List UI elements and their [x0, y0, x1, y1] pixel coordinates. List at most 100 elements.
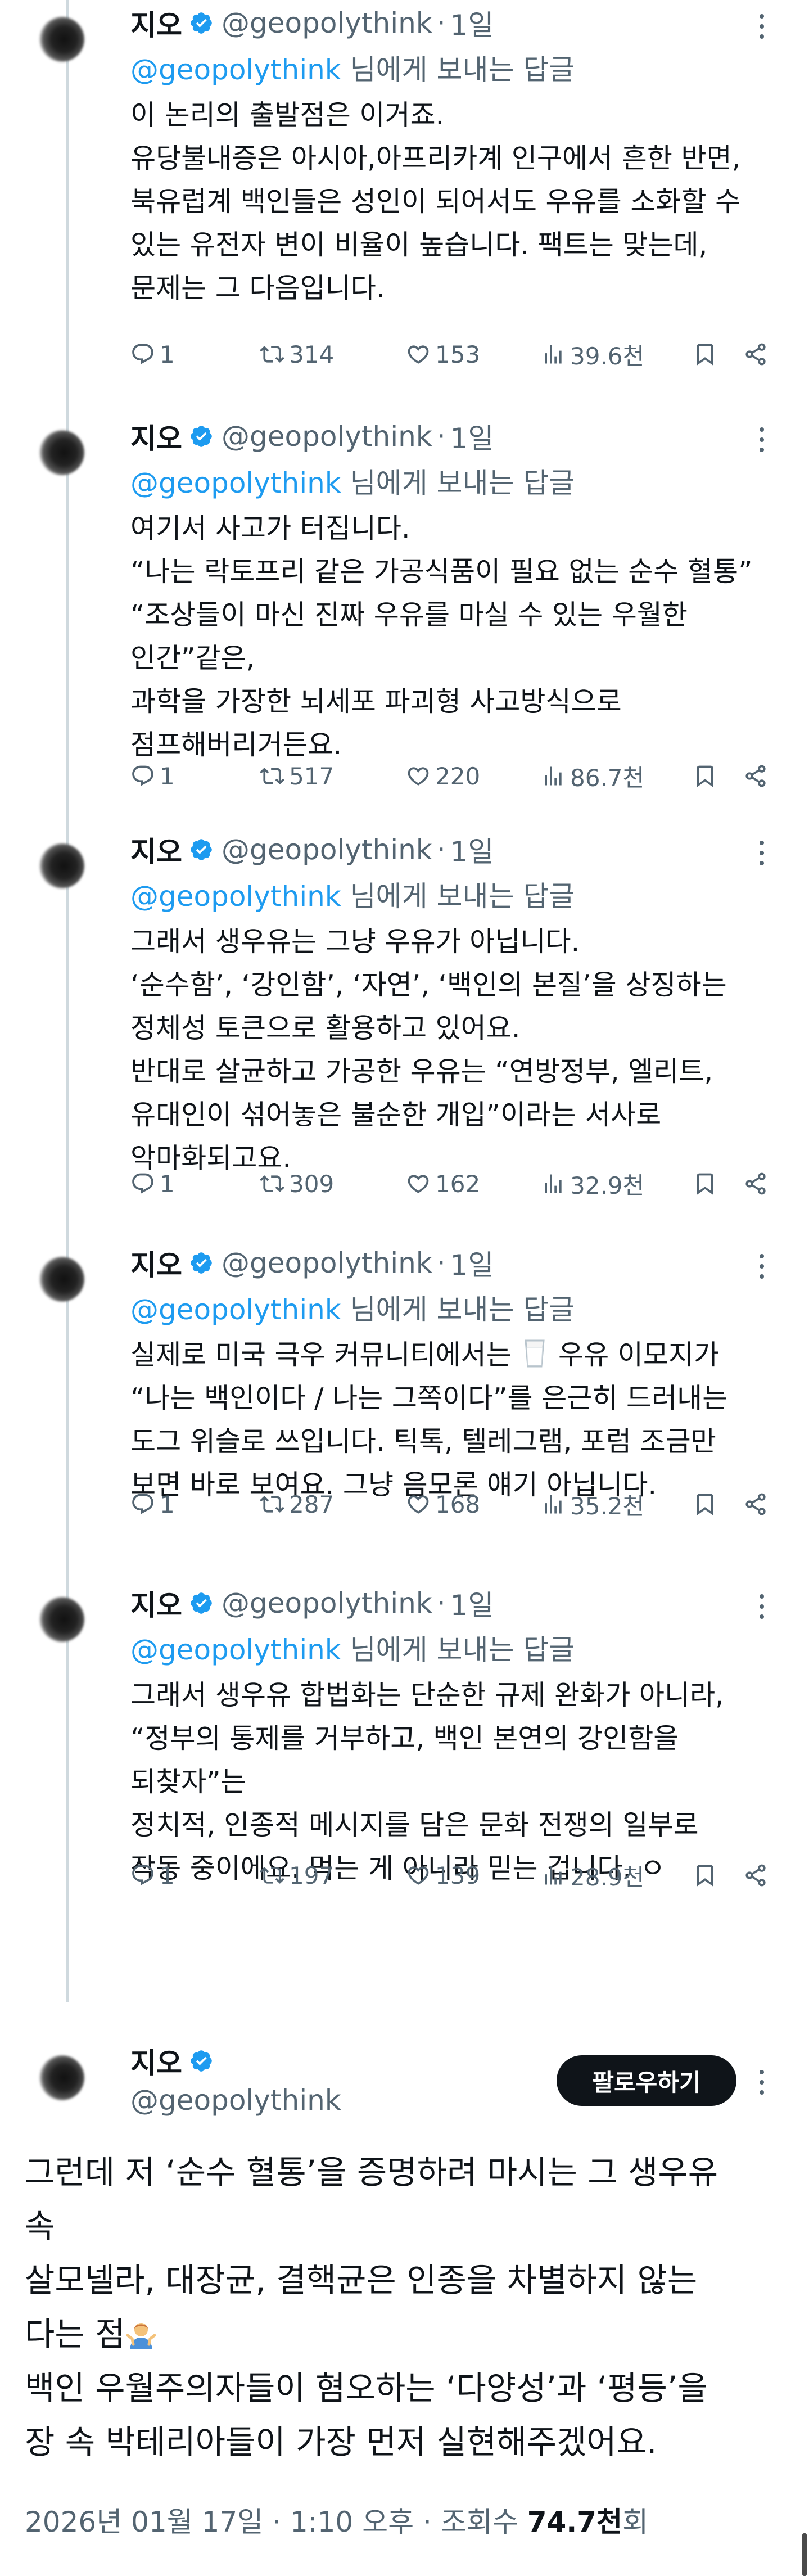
share-button[interactable] [743, 1164, 768, 1203]
repost-button[interactable]: 197 [260, 1856, 334, 1895]
mention-link[interactable]: @geopolythink [130, 880, 341, 913]
reply-button[interactable]: 1 [130, 1164, 175, 1203]
mention-link[interactable]: @geopolythink [130, 1634, 341, 1666]
reply-button[interactable]: 1 [130, 1485, 175, 1524]
tweet-text: 실제로 미국 극우 커뮤니티에서는 우유 이모지가 “나는 백인이다 / 나는 그… [130, 1333, 777, 1506]
post-timestamp[interactable]: 2026년 01월 17일 · 1:10 오후 · 조회수 [25, 2506, 527, 2538]
separator-dot: · [436, 1587, 446, 1619]
tweet-actions: 1 287 168 35.2천 [130, 1485, 771, 1524]
author-handle[interactable]: @geopolythink [222, 420, 432, 453]
more-options-icon[interactable] [758, 839, 766, 867]
verified-badge-icon [191, 2050, 212, 2072]
author-handle[interactable]: @geopolythink [222, 1587, 432, 1619]
author-name[interactable]: 지오 [130, 1243, 182, 1283]
avatar[interactable] [39, 17, 84, 62]
reply-context: @geopolythink 님에게 보내는 답글 [130, 1627, 575, 1668]
bookmark-icon[interactable] [693, 1171, 717, 1196]
tweet-time[interactable]: 1일 [450, 1243, 494, 1283]
follow-button[interactable]: 팔로우하기 [557, 2055, 736, 2106]
bookmark-icon[interactable] [693, 1863, 717, 1888]
views-button[interactable]: 32.9천 [541, 1164, 644, 1203]
views-button[interactable]: 35.2천 [541, 1485, 644, 1524]
mention-link[interactable]: @geopolythink [130, 1293, 341, 1326]
reply-count: 1 [160, 762, 175, 790]
like-button[interactable]: 139 [406, 1856, 480, 1895]
author-handle[interactable]: @geopolythink [130, 2084, 341, 2117]
scrollbar-thumb[interactable] [802, 2533, 807, 2576]
author-name[interactable]: 지오 [130, 1583, 182, 1623]
views-button[interactable]: 39.6천 [541, 335, 644, 374]
bookmark-button[interactable] [693, 756, 717, 796]
author-handle[interactable]: @geopolythink [222, 833, 432, 866]
mention-link[interactable]: @geopolythink [130, 53, 341, 86]
reply-button[interactable]: 1 [130, 756, 175, 796]
tweet-text-line: 유당불내증은 아시아,아프리카계 인구에서 흔한 반면, [130, 142, 741, 174]
reply-tweet[interactable]: 지오 @geopolythink · 1일 @geopolythink 님에게 보내는 … [0, 0, 809, 394]
more-options-icon[interactable] [758, 2068, 766, 2096]
repost-button[interactable]: 287 [260, 1485, 334, 1524]
main-post-line: 장 속 박테리아들이 가장 먼저 실현해주겠어요. [25, 2423, 657, 2461]
author-name[interactable]: 지오 [130, 829, 182, 870]
reply-tweet[interactable]: 지오 @geopolythink · 1일 @geopolythink 님에게 보내는 … [0, 413, 809, 807]
reply-icon [132, 344, 153, 364]
author-name[interactable]: 지오 [130, 416, 182, 457]
bookmark-button[interactable] [693, 335, 717, 374]
share-icon[interactable] [743, 1492, 768, 1517]
like-button[interactable]: 168 [406, 1485, 480, 1524]
reply-button[interactable]: 1 [130, 1856, 175, 1895]
avatar[interactable] [39, 2055, 84, 2100]
bookmark-button[interactable] [693, 1485, 717, 1524]
bookmark-icon[interactable] [693, 342, 717, 367]
like-button[interactable]: 220 [406, 756, 480, 796]
views-button[interactable]: 86.7천 [541, 756, 644, 796]
share-button[interactable] [743, 1485, 768, 1524]
repost-button[interactable]: 314 [260, 335, 334, 374]
reply-context: @geopolythink 님에게 보내는 답글 [130, 1287, 575, 1328]
mention-link[interactable]: @geopolythink [130, 467, 341, 499]
views-button[interactable]: 28.9천 [541, 1856, 644, 1895]
tweet-text-line: ‘순수함’, ‘강인함’, ‘자연’, ‘백인의 본질’을 상징하는 [130, 969, 727, 1001]
like-button[interactable]: 153 [406, 335, 480, 374]
views-icon [545, 345, 562, 364]
reply-tweet[interactable]: 지오 @geopolythink · 1일 @geopolythink 님에게 보내는 … [0, 1580, 809, 1974]
reply-tweet[interactable]: 지오 @geopolythink · 1일 @geopolythink 님에게 보내는 … [0, 1240, 809, 1634]
repost-icon [260, 768, 284, 784]
more-options-icon[interactable] [758, 12, 766, 40]
repost-button[interactable]: 309 [260, 1164, 334, 1203]
author-name[interactable]: 지오 [130, 3, 182, 43]
bookmark-button[interactable] [693, 1856, 717, 1895]
tweet-text-line: 정체성 토큰으로 활용하고 있어요. [130, 1012, 521, 1044]
bookmark-icon[interactable] [693, 1492, 717, 1517]
more-options-icon[interactable] [758, 426, 766, 454]
bookmark-button[interactable] [693, 1164, 717, 1203]
bookmark-icon[interactable] [693, 764, 717, 788]
tweet-time[interactable]: 1일 [450, 829, 494, 870]
avatar[interactable] [39, 843, 84, 888]
tweet-header: 지오 @geopolythink · 1일 [130, 830, 494, 869]
share-icon[interactable] [743, 342, 768, 367]
author-handle[interactable]: @geopolythink [222, 7, 432, 39]
reply-button[interactable]: 1 [130, 335, 175, 374]
share-icon[interactable] [743, 1863, 768, 1888]
share-icon[interactable] [743, 1171, 768, 1196]
more-options-icon[interactable] [758, 1592, 766, 1621]
share-button[interactable] [743, 756, 768, 796]
share-button[interactable] [743, 335, 768, 374]
share-button[interactable] [743, 1856, 768, 1895]
repost-button[interactable]: 517 [260, 756, 334, 796]
main-post-text: 그런데 저 ‘순수 혈통’을 증명하려 마시는 그 생우유 속 살모넬라, 대장… [25, 2145, 789, 2469]
reply-tweet[interactable]: 지오 @geopolythink · 1일 @geopolythink 님에게 보내는 … [0, 827, 809, 1220]
more-options-icon[interactable] [758, 1252, 766, 1280]
avatar[interactable] [39, 1257, 84, 1302]
tweet-time[interactable]: 1일 [450, 3, 494, 43]
avatar[interactable] [39, 1597, 84, 1642]
view-count-suffix: 회 [622, 2506, 649, 2538]
share-icon[interactable] [743, 764, 768, 788]
avatar[interactable] [39, 430, 84, 475]
like-count: 139 [435, 1861, 481, 1889]
tweet-time[interactable]: 1일 [450, 1583, 494, 1623]
author-handle[interactable]: @geopolythink [222, 1247, 432, 1279]
author-name[interactable]: 지오 [130, 2041, 182, 2081]
tweet-time[interactable]: 1일 [450, 416, 494, 457]
like-button[interactable]: 162 [406, 1164, 480, 1203]
